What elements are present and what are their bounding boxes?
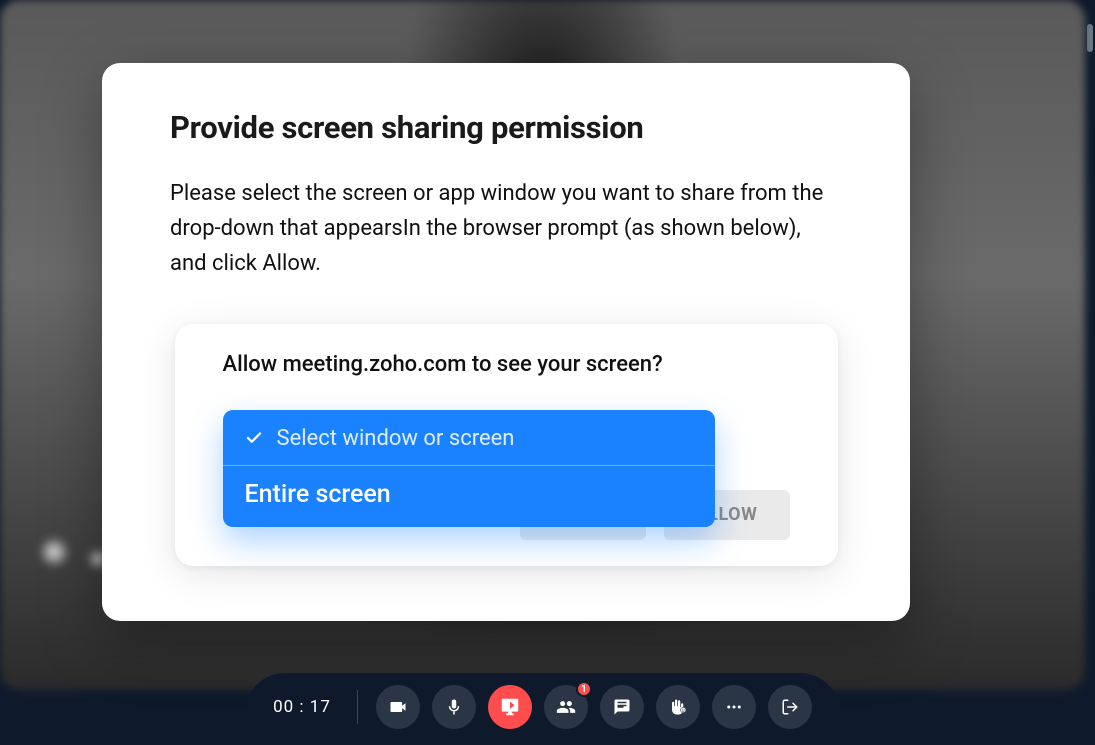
modal-title: Provide screen sharing permission xyxy=(170,109,842,146)
dropdown-option-label: Entire screen xyxy=(245,480,391,509)
dropdown-placeholder-row[interactable]: Select window or screen xyxy=(223,410,715,466)
screen-share-permission-modal: Provide screen sharing permission Please… xyxy=(102,63,910,621)
check-icon xyxy=(245,429,263,447)
share-screen-icon xyxy=(499,696,521,718)
camera-icon xyxy=(388,697,408,717)
participants-badge: 1 xyxy=(576,681,592,697)
camera-button[interactable] xyxy=(376,685,420,729)
prompt-question: Allow meeting.zoho.com to see your scree… xyxy=(223,352,790,377)
leave-icon xyxy=(781,698,799,716)
microphone-button[interactable] xyxy=(432,685,476,729)
dropdown-placeholder-label: Select window or screen xyxy=(277,426,515,451)
toolbar-separator xyxy=(357,690,358,724)
reactions-button[interactable] xyxy=(656,685,700,729)
more-icon xyxy=(725,698,743,716)
participants-button[interactable]: 1 xyxy=(544,685,588,729)
raise-hand-icon xyxy=(669,698,687,716)
screen-select-dropdown[interactable]: Select window or screen Entire screen xyxy=(223,410,715,527)
share-screen-button[interactable] xyxy=(488,685,532,729)
leave-meeting-button[interactable] xyxy=(768,685,812,729)
chat-icon xyxy=(613,698,631,716)
more-options-button[interactable] xyxy=(712,685,756,729)
chat-button[interactable] xyxy=(600,685,644,729)
scrollbar-thumb[interactable] xyxy=(1087,24,1093,52)
browser-prompt-illustration: Allow meeting.zoho.com to see your scree… xyxy=(175,324,838,566)
meeting-toolbar-inner: 00 : 17 1 xyxy=(245,673,840,741)
meeting-toolbar: 00 : 17 1 xyxy=(0,669,1085,745)
meeting-timer: 00 : 17 xyxy=(273,697,331,717)
dropdown-option-entire-screen[interactable]: Entire screen xyxy=(223,466,715,527)
participants-icon xyxy=(556,697,576,717)
right-gutter xyxy=(1085,0,1095,745)
modal-description: Please select the screen or app window y… xyxy=(170,176,842,282)
microphone-icon xyxy=(445,698,463,716)
